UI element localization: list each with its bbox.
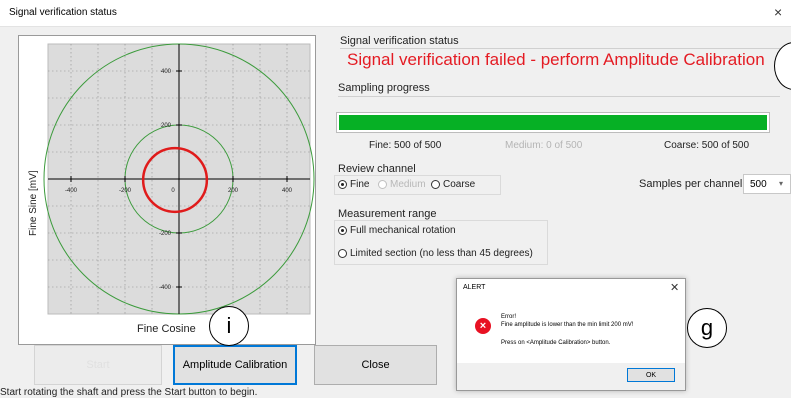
x-tick-label: 400: [282, 188, 293, 194]
signal-plot: -400 -200 200 400400200-200-4000 Fine Cosin…: [28, 43, 315, 335]
alert-close-icon[interactable]: ✕: [670, 281, 679, 294]
radio-coarse-label[interactable]: Coarse: [443, 179, 475, 190]
alert-line-instruction: Press on <Amplitude Calibration> button.: [501, 340, 611, 346]
y-tick-label: -400: [159, 285, 172, 291]
progress-group-label: Sampling progress: [338, 82, 430, 94]
status-group-label: Signal verification status: [340, 35, 459, 47]
progress-group-divider: [338, 96, 780, 97]
radio-fine-label[interactable]: Fine: [350, 179, 369, 190]
samples-per-channel-select[interactable]: 500 ▾: [743, 174, 791, 194]
radio-medium[interactable]: [378, 180, 387, 189]
y-tick-label: -200: [159, 231, 172, 237]
review-channel-label: Review channel: [338, 163, 416, 175]
radio-limited-section[interactable]: [338, 249, 347, 258]
amplitude-calibration-button[interactable]: Amplitude Calibration: [173, 345, 297, 385]
start-button[interactable]: Start: [34, 345, 162, 385]
samples-value: 500: [750, 179, 767, 190]
x-tick-label: -200: [119, 188, 132, 194]
callout-partial: [774, 42, 791, 90]
y-tick-label: 400: [161, 69, 172, 75]
window-close-icon[interactable]: ×: [774, 4, 782, 20]
medium-progress-label: Medium: 0 of 500: [505, 140, 583, 151]
status-bar-text: Start rotating the shaft and press the S…: [0, 387, 258, 398]
alert-line-message: Fine amplitude is lower than the min lim…: [501, 322, 634, 328]
status-message: Signal verification failed - perform Amp…: [347, 50, 765, 69]
radio-full-rotation-label[interactable]: Full mechanical rotation: [350, 225, 456, 236]
chevron-down-icon: ▾: [779, 179, 784, 188]
radio-full-rotation[interactable]: [338, 226, 347, 235]
alert-line-error: Error!: [501, 314, 516, 320]
window-title: Signal verification status: [9, 7, 117, 18]
x-tick-label: 200: [228, 188, 239, 194]
fine-progress-label: Fine: 500 of 500: [369, 140, 442, 151]
x-tick-label: -400: [65, 188, 78, 194]
coarse-progress-label: Coarse: 500 of 500: [664, 140, 750, 151]
measurement-range-label: Measurement range: [338, 208, 437, 220]
alert-title: ALERT: [463, 284, 486, 291]
title-bar: Signal verification status ×: [0, 0, 791, 27]
radio-coarse[interactable]: [431, 180, 440, 189]
radio-limited-section-label[interactable]: Limited section (no less than 45 degrees…: [350, 248, 533, 259]
error-icon: ×: [475, 318, 491, 334]
radio-fine[interactable]: [338, 180, 347, 189]
callout-g: g: [687, 308, 727, 348]
signal-plot-panel: -400 -200 200 400 400 200 -200 -400 0 Fine Cosin…: [18, 35, 316, 345]
x-axis-label: Fine Cosine: [137, 323, 196, 335]
sampling-progress-bar: [336, 112, 770, 133]
status-group-divider: [340, 48, 780, 49]
progress-fill: [339, 115, 767, 130]
y-axis-label: Fine Sine [mV]: [28, 170, 39, 236]
alert-footer: OK: [457, 363, 685, 390]
radio-medium-label[interactable]: Medium: [390, 179, 426, 190]
callout-i: i: [209, 306, 249, 346]
y-tick-label: 200: [161, 123, 172, 129]
samples-per-channel-label: Samples per channel: [639, 178, 743, 190]
alert-ok-button[interactable]: OK: [627, 368, 675, 382]
alert-dialog: ALERT ✕ × Error! Fine amplitude is lower…: [456, 278, 686, 391]
alert-body: × Error! Fine amplitude is lower than th…: [457, 303, 685, 363]
close-button[interactable]: Close: [314, 345, 437, 385]
